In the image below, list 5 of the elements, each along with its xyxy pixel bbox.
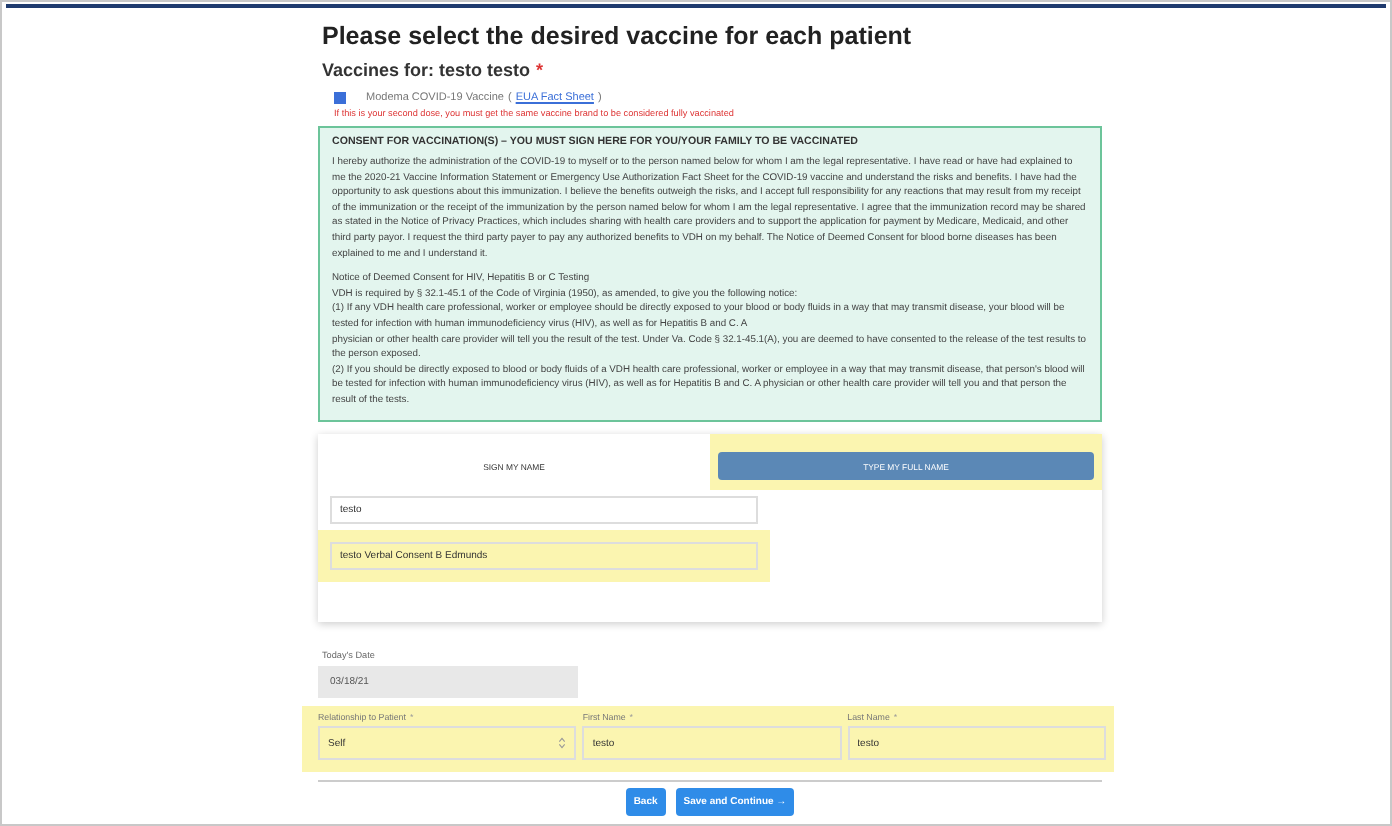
vaccine-checkbox[interactable]	[334, 92, 346, 104]
section-heading: Vaccines for: testo testo	[322, 60, 531, 80]
sort-arrows-icon	[558, 736, 567, 750]
page-title: Please select the desired vaccine for each patient	[322, 22, 914, 50]
required-mark: *	[536, 60, 544, 80]
